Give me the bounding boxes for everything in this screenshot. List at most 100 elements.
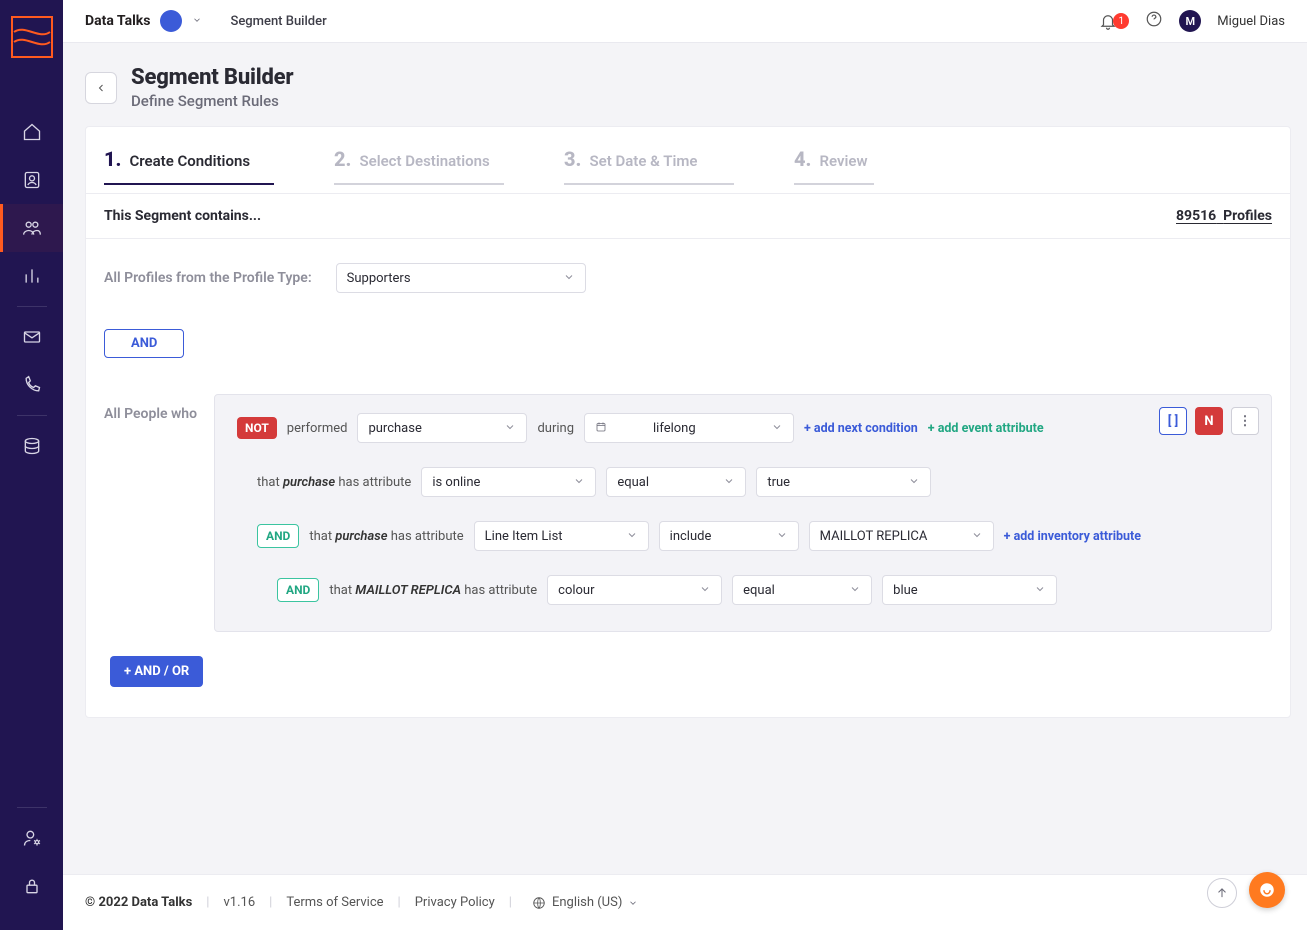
more-actions-button[interactable]: ⋮ bbox=[1231, 407, 1259, 435]
step-4-wrap[interactable]: 4. Review bbox=[794, 147, 874, 185]
event-value: purchase bbox=[368, 421, 421, 436]
nav-data[interactable] bbox=[0, 422, 63, 470]
footer-tos[interactable]: Terms of Service bbox=[286, 895, 383, 910]
chevron-down-icon bbox=[504, 421, 516, 436]
attr2-text: that purchase has attribute bbox=[309, 529, 463, 544]
chevron-down-icon bbox=[628, 898, 638, 908]
mail-icon bbox=[22, 327, 42, 347]
add-next-condition-link[interactable]: + add next condition bbox=[804, 421, 918, 436]
l2-prefix: that bbox=[309, 529, 335, 544]
segment-contains-label: This Segment contains... bbox=[104, 208, 261, 224]
step-1-wrap[interactable]: 1. Create Conditions bbox=[104, 147, 274, 185]
footer-sep: | bbox=[206, 895, 209, 910]
attr1-attribute-dropdown[interactable]: is online bbox=[421, 467, 596, 497]
attr3-value-dropdown[interactable]: blue bbox=[882, 575, 1057, 605]
nav-divider bbox=[17, 306, 47, 307]
segment-summary-bar: This Segment contains... 89516 Profiles bbox=[86, 193, 1290, 238]
attr1-attribute: is online bbox=[432, 475, 480, 490]
nav-segments[interactable] bbox=[0, 204, 63, 252]
profile-icon bbox=[22, 170, 42, 190]
brackets-button[interactable]: [ ] bbox=[1159, 407, 1187, 435]
footer-privacy[interactable]: Privacy Policy bbox=[415, 895, 495, 910]
user-avatar[interactable]: M bbox=[1179, 10, 1201, 32]
l2-event: purchase bbox=[335, 529, 387, 544]
user-name: Miguel Dias bbox=[1217, 14, 1285, 29]
attr3-operator-dropdown[interactable]: equal bbox=[732, 575, 872, 605]
attr1-text: that purchase has attribute bbox=[257, 475, 411, 490]
timeframe-value: lifelong bbox=[653, 421, 696, 436]
add-inventory-attribute-link[interactable]: + add inventory attribute bbox=[1004, 529, 1141, 544]
database-icon bbox=[22, 436, 42, 456]
chart-icon bbox=[22, 266, 42, 286]
rule-line-attr-2: AND that purchase has attribute Line Ite… bbox=[237, 521, 1257, 551]
attr3-operator: equal bbox=[743, 583, 775, 598]
nav-home[interactable] bbox=[0, 108, 63, 156]
notifications[interactable]: 1 bbox=[1099, 12, 1129, 30]
profile-count: 89516 bbox=[1176, 208, 1216, 224]
performed-text: performed bbox=[287, 421, 348, 436]
scroll-top-button[interactable] bbox=[1207, 878, 1237, 908]
profile-count-link[interactable]: 89516 Profiles bbox=[1176, 208, 1272, 224]
attr3-attribute-dropdown[interactable]: colour bbox=[547, 575, 722, 605]
profile-type-label: All Profiles from the Profile Type: bbox=[104, 270, 312, 286]
builder-body: All Profiles from the Profile Type: Supp… bbox=[86, 238, 1290, 717]
nav-user-settings[interactable] bbox=[0, 814, 63, 862]
nav-primary bbox=[0, 108, 63, 470]
rule-block: [ ] N ⋮ NOT performed purchase during bbox=[214, 394, 1272, 632]
attr2-attribute-dropdown[interactable]: Line Item List bbox=[474, 521, 649, 551]
chat-icon bbox=[1258, 881, 1276, 899]
step-4-num: 4. bbox=[794, 147, 811, 171]
chevron-down-icon bbox=[699, 583, 711, 598]
help-button[interactable] bbox=[1145, 10, 1163, 32]
and-badge-l2[interactable]: AND bbox=[257, 524, 299, 548]
footer-sep: | bbox=[509, 895, 512, 910]
profile-type-dropdown[interactable]: Supporters bbox=[336, 263, 586, 293]
timeframe-dropdown[interactable]: lifelong bbox=[584, 413, 794, 443]
chevron-down-icon bbox=[573, 475, 585, 490]
nav-phone[interactable] bbox=[0, 361, 63, 409]
attr1-value-dropdown[interactable]: true bbox=[756, 467, 931, 497]
attr2-value: MAILLOT REPLICA bbox=[820, 529, 928, 544]
nav-lock[interactable] bbox=[0, 862, 63, 910]
chevron-left-icon bbox=[95, 82, 107, 94]
nav-email[interactable] bbox=[0, 313, 63, 361]
footer-version: v1.16 bbox=[223, 895, 255, 910]
nav-profile[interactable] bbox=[0, 156, 63, 204]
l2-has-attr: has attribute bbox=[388, 529, 464, 544]
step-2-wrap[interactable]: 2. Select Destinations bbox=[334, 147, 504, 185]
attr2-value-dropdown[interactable]: MAILLOT REPLICA bbox=[809, 521, 994, 551]
and-operator-badge[interactable]: AND bbox=[104, 329, 184, 358]
nav-analytics[interactable] bbox=[0, 252, 63, 300]
add-and-or-button[interactable]: + AND / OR bbox=[110, 656, 203, 687]
chat-button[interactable] bbox=[1249, 872, 1285, 908]
add-event-attribute-link[interactable]: + add event attribute bbox=[928, 421, 1044, 436]
logo-icon bbox=[13, 18, 51, 56]
steps-row: 1. Create Conditions 2. Select Destinati… bbox=[86, 127, 1290, 193]
attr1-value: true bbox=[767, 475, 790, 490]
main-content: Segment Builder Define Segment Rules 1. … bbox=[63, 43, 1307, 930]
attr2-attribute: Line Item List bbox=[485, 529, 563, 544]
page-titles: Segment Builder Define Segment Rules bbox=[131, 65, 293, 110]
step-3-wrap[interactable]: 3. Set Date & Time bbox=[564, 147, 734, 185]
negate-button[interactable]: N bbox=[1195, 407, 1223, 435]
profile-type-row: All Profiles from the Profile Type: Supp… bbox=[104, 263, 1272, 293]
back-button[interactable] bbox=[85, 72, 117, 104]
arrow-up-icon bbox=[1215, 886, 1229, 900]
event-dropdown[interactable]: purchase bbox=[357, 413, 527, 443]
not-badge[interactable]: NOT bbox=[237, 417, 277, 439]
and-badge-l3[interactable]: AND bbox=[277, 578, 319, 602]
attr2-operator-dropdown[interactable]: include bbox=[659, 521, 799, 551]
footer: © 2022 Data Talks | v1.16 | Terms of Ser… bbox=[63, 874, 1307, 930]
chevron-down-icon bbox=[1034, 583, 1046, 598]
globe-icon bbox=[532, 896, 546, 910]
sidebar bbox=[0, 0, 63, 930]
wizard-card: 1. Create Conditions 2. Select Destinati… bbox=[85, 126, 1291, 718]
org-dropdown-chevron[interactable] bbox=[192, 14, 202, 28]
attr3-value: blue bbox=[893, 583, 918, 598]
language-select[interactable]: English (US) bbox=[532, 895, 638, 910]
attr1-operator-dropdown[interactable]: equal bbox=[606, 467, 746, 497]
rule-actions: [ ] N ⋮ bbox=[1159, 407, 1259, 435]
org-indicator[interactable] bbox=[160, 10, 182, 32]
step-3-label: Set Date & Time bbox=[589, 152, 697, 170]
attr3-attribute: colour bbox=[558, 583, 594, 598]
